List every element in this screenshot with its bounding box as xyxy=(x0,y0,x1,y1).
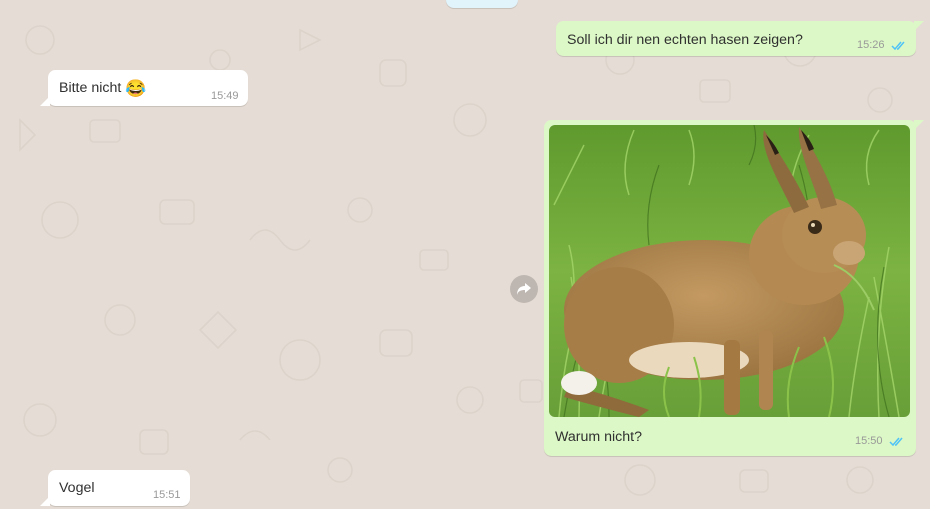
message-time: 15:49 xyxy=(211,90,239,102)
message-incoming[interactable]: Bitte nicht 😂 15:49 xyxy=(40,70,248,106)
bubble-tail xyxy=(40,496,50,506)
bubble-tail xyxy=(914,120,924,130)
hare-in-grass-photo[interactable] xyxy=(549,125,910,417)
message-text: Soll ich dir nen echten hasen zeigen? xyxy=(567,32,803,48)
bubble-tail xyxy=(40,96,50,106)
laughing-emoji-icon: 😂 xyxy=(125,79,147,98)
forward-arrow-icon xyxy=(517,283,531,295)
message-time: 15:51 xyxy=(153,489,181,501)
forward-button[interactable] xyxy=(510,275,538,303)
double-check-read-icon xyxy=(889,437,903,447)
message-text-content: Bitte nicht xyxy=(59,80,122,96)
message-text: Bitte nicht 😂 xyxy=(59,79,146,99)
bubble-tail xyxy=(914,21,924,31)
message-outgoing-image[interactable]: Warum nicht? 15:50 xyxy=(544,120,924,456)
message-outgoing[interactable]: Soll ich dir nen echten hasen zeigen? 15… xyxy=(556,21,924,56)
image-caption: Warum nicht? xyxy=(555,429,642,445)
message-text: Vogel xyxy=(59,480,95,496)
message-incoming[interactable]: Vogel 15:51 xyxy=(40,470,190,506)
double-check-read-icon xyxy=(891,41,905,51)
message-time: 15:26 xyxy=(857,39,885,51)
message-time: 15:50 xyxy=(855,435,883,447)
date-pill xyxy=(446,0,518,8)
